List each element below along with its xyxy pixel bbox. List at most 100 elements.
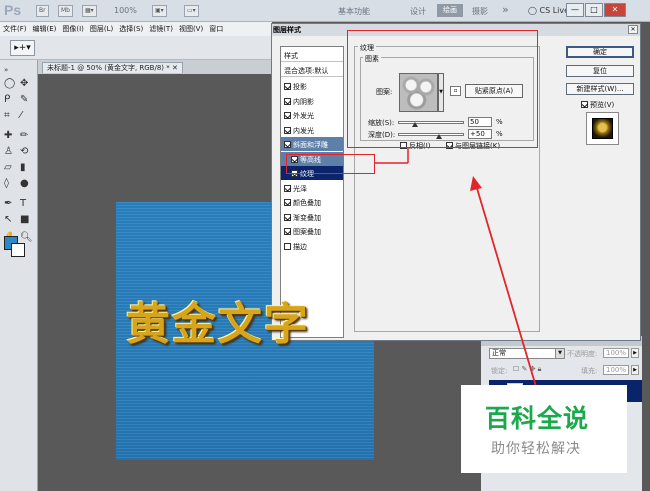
- stamp-tool-icon[interactable]: ♙: [4, 146, 13, 157]
- fill-arrow-icon[interactable]: ▶: [631, 365, 639, 375]
- options-bar: ▸+▾: [0, 36, 272, 60]
- marquee-tool-icon[interactable]: ◯: [4, 78, 15, 89]
- blend-mode-select[interactable]: 正常 ▼: [489, 348, 565, 359]
- eyedropper-tool-icon[interactable]: ⁄: [20, 110, 22, 121]
- blur-tool-icon[interactable]: ◊: [4, 178, 9, 189]
- menu-view[interactable]: 视图(V): [176, 22, 206, 36]
- toolbox-collapse-icon[interactable]: »: [4, 66, 8, 74]
- style-item[interactable]: 光泽: [281, 181, 343, 195]
- menu-select[interactable]: 选择(S): [116, 22, 146, 36]
- watermark-title: 百科全说: [485, 404, 590, 433]
- opacity-field[interactable]: 100%: [603, 348, 629, 358]
- zoom-level[interactable]: 100%: [114, 6, 137, 15]
- new-style-button[interactable]: 新建样式(W)...: [566, 83, 634, 95]
- menu-image[interactable]: 图像(I): [59, 22, 87, 36]
- style-item-label: 渐变叠加: [293, 213, 321, 222]
- style-item[interactable]: 内阴影: [281, 94, 343, 108]
- path-select-tool-icon[interactable]: ↖: [4, 214, 12, 225]
- app-titlebar: Ps Br Mb ▦▾ 100% ▣▾ ▭▾ 基本功能 设计 绘画 摄影 » ◯…: [0, 0, 650, 22]
- gradient-tool-icon[interactable]: ▮: [20, 162, 26, 173]
- document-tab[interactable]: 未标题-1 @ 50% (黄金文字, RGB/8) * ✕: [42, 62, 183, 73]
- chevron-down-icon: ▼: [555, 349, 564, 358]
- view-extras-icon[interactable]: ▦▾: [82, 5, 97, 17]
- menu-file[interactable]: 文件(F): [0, 22, 30, 36]
- fill-label: 填充:: [581, 367, 598, 375]
- blending-options-header[interactable]: 混合选项:默认: [281, 64, 343, 77]
- style-item-label: 光泽: [293, 184, 307, 193]
- brush-tool-icon[interactable]: ✏: [20, 130, 28, 141]
- ok-button[interactable]: 确定: [566, 46, 634, 58]
- healing-tool-icon[interactable]: ✚: [4, 130, 12, 141]
- move-tool-icon[interactable]: ✥: [20, 78, 28, 89]
- style-item-checkbox[interactable]: [284, 126, 291, 134]
- style-item-checkbox[interactable]: [284, 184, 291, 192]
- style-item[interactable]: 图案叠加: [281, 224, 343, 238]
- style-item[interactable]: 描边: [281, 239, 343, 253]
- dodge-tool-icon[interactable]: ●: [20, 178, 29, 189]
- preview-checkbox-box[interactable]: [581, 101, 588, 108]
- style-item-checkbox[interactable]: [284, 228, 291, 235]
- watermark: 百科全说 助你轻松解决: [461, 385, 627, 473]
- lock-label: 锁定:: [491, 367, 508, 375]
- style-item-label: 外发光: [293, 112, 314, 120]
- style-item[interactable]: 颜色叠加: [281, 195, 343, 209]
- style-item-checkbox[interactable]: [284, 213, 291, 221]
- menu-layer[interactable]: 图层(L): [87, 22, 116, 36]
- style-item-checkbox[interactable]: [284, 199, 291, 206]
- pen-tool-icon[interactable]: ✒: [4, 198, 12, 209]
- cs-live-label: CS Live: [539, 6, 570, 15]
- style-item-checkbox[interactable]: [284, 141, 291, 148]
- menu-filter[interactable]: 滤镜(T): [146, 22, 176, 36]
- app-logo: Ps: [4, 2, 22, 18]
- lasso-tool-icon[interactable]: ᑭ: [4, 94, 10, 105]
- shape-tool-icon[interactable]: ■: [20, 214, 29, 225]
- fill-field[interactable]: 100%: [603, 365, 629, 375]
- workspace-design[interactable]: 设计: [410, 6, 426, 17]
- eraser-tool-icon[interactable]: ▱: [4, 162, 12, 173]
- annotation-box-texture: [347, 30, 538, 148]
- style-item-label: 投影: [293, 83, 307, 91]
- style-item[interactable]: 渐变叠加: [281, 210, 343, 224]
- dialog-close-icon[interactable]: ✕: [628, 25, 638, 34]
- menu-window[interactable]: 窗口: [206, 22, 226, 36]
- zoom-tool-icon[interactable]: 🔍︎: [20, 232, 33, 243]
- quick-select-tool-icon[interactable]: ✎: [20, 94, 28, 105]
- reset-button[interactable]: 复位: [566, 65, 634, 77]
- style-item-checkbox[interactable]: [284, 83, 291, 90]
- style-item[interactable]: 内发光: [281, 123, 343, 137]
- tool-preset-picker[interactable]: ▸+▾: [10, 40, 35, 56]
- workspace-photography[interactable]: 摄影: [472, 6, 488, 17]
- style-item-checkbox[interactable]: [284, 97, 291, 105]
- workspace-painting[interactable]: 绘画: [437, 4, 463, 17]
- history-brush-tool-icon[interactable]: ⟲: [20, 146, 28, 157]
- screen-mode-icon[interactable]: ▭▾: [184, 5, 199, 17]
- restore-icon[interactable]: □: [585, 3, 603, 17]
- type-tool-icon[interactable]: T: [20, 198, 26, 209]
- lock-icons[interactable]: ☐ ✎ ✥ 🔒︎: [513, 365, 541, 374]
- minimize-icon[interactable]: —: [566, 3, 584, 17]
- toolbox: » ◯ ✥ ᑭ ✎ ⌗ ⁄ ✚ ✏ ♙ ⟲ ▱ ▮ ◊ ● ✒ T ↖ ■ ✋ …: [0, 60, 38, 491]
- opacity-arrow-icon[interactable]: ▶: [631, 348, 639, 358]
- minibridge-icon[interactable]: Mb: [58, 5, 73, 17]
- bridge-icon[interactable]: Br: [36, 5, 49, 17]
- arrange-documents-icon[interactable]: ▣▾: [152, 5, 167, 17]
- style-item-label: 内发光: [293, 126, 314, 135]
- close-icon[interactable]: ✕: [604, 3, 626, 17]
- styles-header[interactable]: 样式: [281, 49, 343, 62]
- style-item[interactable]: 斜面和浮雕: [281, 137, 343, 151]
- style-item-checkbox[interactable]: [284, 242, 291, 250]
- window-controls: — □ ✕: [566, 3, 626, 17]
- style-item-label: 描边: [293, 242, 307, 251]
- workspace-overflow-icon[interactable]: »: [502, 3, 509, 16]
- style-preview: [586, 112, 619, 145]
- gold-text-layer: 黄金文字: [126, 299, 310, 350]
- workspace-essentials[interactable]: 基本功能: [338, 6, 370, 17]
- style-item-checkbox[interactable]: [284, 112, 291, 119]
- menu-edit[interactable]: 编辑(E): [30, 22, 60, 36]
- background-color-swatch[interactable]: [11, 243, 25, 257]
- style-item-label: 内阴影: [293, 97, 314, 106]
- style-item[interactable]: 投影: [281, 79, 343, 93]
- preview-checkbox[interactable]: 预览(V): [581, 100, 614, 110]
- style-item[interactable]: 外发光: [281, 108, 343, 122]
- crop-tool-icon[interactable]: ⌗: [4, 110, 10, 121]
